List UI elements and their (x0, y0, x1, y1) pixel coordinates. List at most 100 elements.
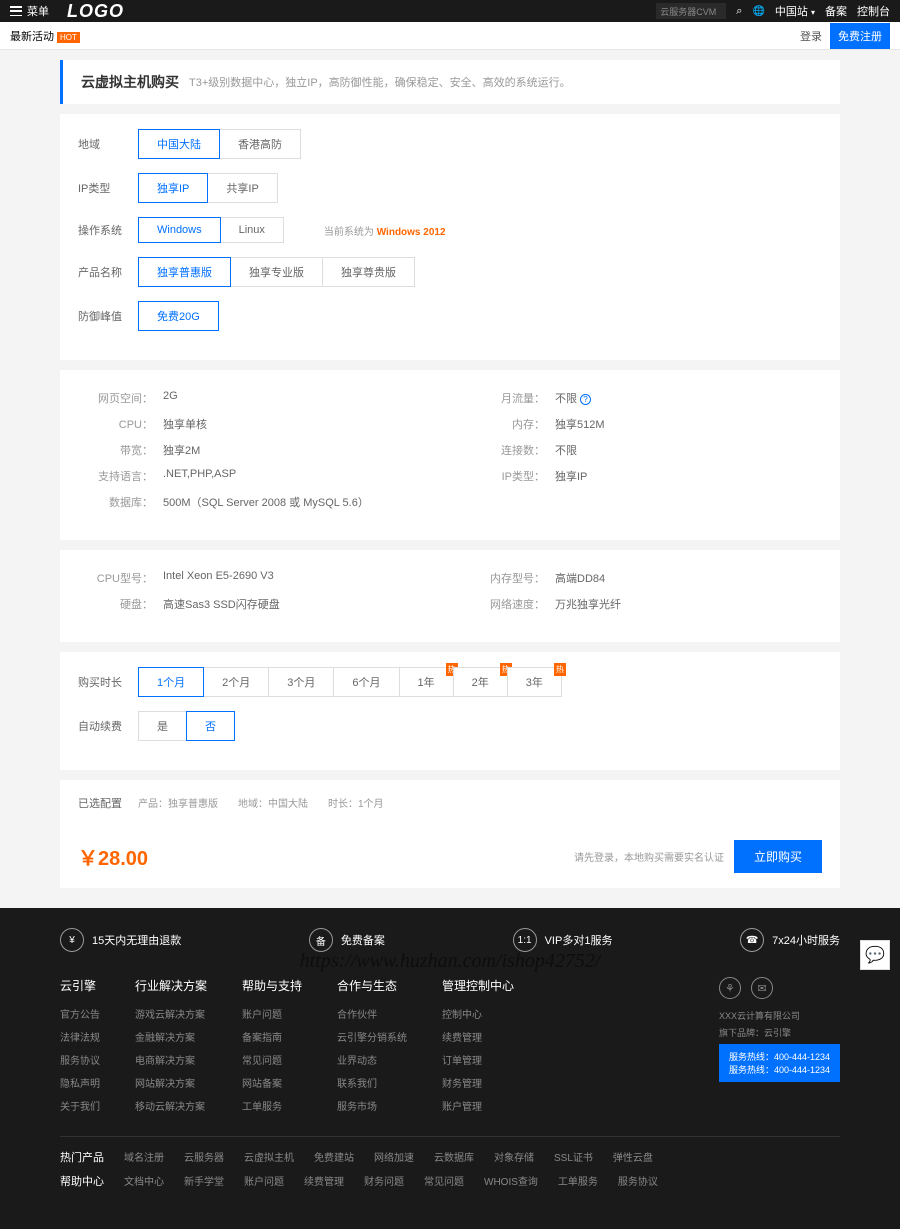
company-name: XXX云计算有限公司 (719, 1009, 840, 1022)
hot-link[interactable]: 云数据库 (434, 1149, 474, 1165)
footer-link[interactable]: 工单服务 (242, 1098, 302, 1113)
footer-link[interactable]: 联系我们 (337, 1075, 407, 1090)
search-icon[interactable]: ⌕ (736, 5, 742, 18)
hot-link[interactable]: WHOIS查询 (484, 1173, 538, 1189)
footer-link[interactable]: 备案指南 (242, 1029, 302, 1044)
footer-link[interactable]: 服务协议 (60, 1052, 100, 1067)
renew-yes[interactable]: 是 (138, 711, 187, 741)
os-note: 当前系统为 Windows 2012 (324, 223, 446, 238)
product-opt-premium[interactable]: 独享尊贵版 (322, 257, 415, 287)
footer-link[interactable]: 游戏云解决方案 (135, 1006, 207, 1021)
footer-link[interactable]: 账户管理 (442, 1098, 514, 1113)
footer-link[interactable]: 常见问题 (242, 1052, 302, 1067)
duration-opt[interactable]: 2年 (453, 667, 508, 697)
hot-link[interactable]: 工单服务 (558, 1173, 598, 1189)
badge-icon: 备 (309, 928, 333, 952)
defense-label: 防御峰值 (78, 308, 138, 324)
duration-opt[interactable]: 6个月 (333, 667, 399, 697)
chevron-down-icon: ▾ (811, 8, 815, 17)
footer-link[interactable]: 业界动态 (337, 1052, 407, 1067)
duration-opt[interactable]: 3年 (507, 667, 562, 697)
os-opt-windows[interactable]: Windows (138, 217, 221, 243)
hot-link[interactable]: 域名注册 (124, 1149, 164, 1165)
search-input[interactable]: 云服务器CVM (656, 3, 726, 19)
hot-link[interactable]: 弹性云盘 (613, 1149, 653, 1165)
footer-link[interactable]: 移动云解决方案 (135, 1098, 207, 1113)
footer-col-title: 管理控制中心 (442, 977, 514, 994)
location-opt-mainland[interactable]: 中国大陆 (138, 129, 220, 159)
hot-link[interactable]: 云虚拟主机 (244, 1149, 294, 1165)
config-summary: 产品：独享普惠版 地域：中国大陆 时长：1个月 (138, 795, 384, 810)
footer-link[interactable]: 网站备案 (242, 1075, 302, 1090)
footer-link[interactable]: 隐私声明 (60, 1075, 100, 1090)
footer-link[interactable]: 电商解决方案 (135, 1052, 207, 1067)
hot-link[interactable]: 对象存储 (494, 1149, 534, 1165)
footer-link[interactable]: 订单管理 (442, 1052, 514, 1067)
footer-link[interactable]: 财务管理 (442, 1075, 514, 1090)
footer-link[interactable]: 续费管理 (442, 1029, 514, 1044)
renew-no[interactable]: 否 (186, 711, 235, 741)
latest-activity-link[interactable]: 最新活动HOT (10, 28, 80, 44)
location-opt-hk[interactable]: 香港高防 (219, 129, 301, 159)
os-opt-linux[interactable]: Linux (220, 217, 284, 243)
login-link[interactable]: 登录 (800, 28, 822, 44)
mail-icon[interactable]: ✉ (751, 977, 773, 999)
footer-col-title: 帮助与支持 (242, 977, 302, 994)
location-label: 地域 (78, 136, 138, 152)
duration-opt[interactable]: 2个月 (203, 667, 269, 697)
menu-button[interactable]: 菜单 (10, 3, 49, 19)
hot-link[interactable]: 网络加速 (374, 1149, 414, 1165)
footer-link[interactable]: 账户问题 (242, 1006, 302, 1021)
purchase-panel: 购买时长 1个月2个月3个月6个月1年2年3年 自动续费 是 否 (60, 652, 840, 770)
hamburger-icon (10, 6, 22, 16)
product-opt-pro[interactable]: 独享专业版 (230, 257, 323, 287)
chat-widget[interactable]: 💬 (860, 940, 890, 970)
duration-opt[interactable]: 3个月 (268, 667, 334, 697)
console-link[interactable]: 控制台 (857, 3, 890, 19)
footer-link[interactable]: 服务市场 (337, 1098, 407, 1113)
specs-panel: 网页空间：2GCPU：独享单核带宽：独享2M支持语言：.NET,PHP,ASP数… (60, 370, 840, 540)
footer-link[interactable]: 合作伙伴 (337, 1006, 407, 1021)
footer-link[interactable]: 关于我们 (60, 1098, 100, 1113)
duration-opt[interactable]: 1个月 (138, 667, 204, 697)
hot-link[interactable]: 续费管理 (304, 1173, 344, 1189)
page-title: 云虚拟主机购买 (81, 72, 179, 92)
product-opt-basic[interactable]: 独享普惠版 (138, 257, 231, 287)
help-icon[interactable]: ? (580, 394, 591, 405)
footer-col: 管理控制中心控制中心续费管理订单管理财务管理账户管理 (442, 977, 514, 1121)
hot-link[interactable]: 文档中心 (124, 1173, 164, 1189)
hot-link[interactable]: 云服务器 (184, 1149, 224, 1165)
defense-opt-free20g[interactable]: 免费20G (138, 301, 219, 331)
weibo-icon[interactable]: ⚘ (719, 977, 741, 999)
ip-opt-shared[interactable]: 共享IP (207, 173, 277, 203)
hot-link[interactable]: 账户问题 (244, 1173, 284, 1189)
footer-link[interactable]: 官方公告 (60, 1006, 100, 1021)
logo[interactable]: LOGO (67, 1, 124, 22)
footer-badge: 备免费备案 (309, 928, 385, 952)
hot-link[interactable]: 服务协议 (618, 1173, 658, 1189)
region-selector[interactable]: 中国站 ▾ (775, 3, 815, 19)
footer-link[interactable]: 法律法规 (60, 1029, 100, 1044)
duration-opt[interactable]: 1年 (399, 667, 454, 697)
footer-link[interactable]: 控制中心 (442, 1006, 514, 1021)
hot-link[interactable]: 财务问题 (364, 1173, 404, 1189)
ip-opt-dedicated[interactable]: 独享IP (138, 173, 208, 203)
beian-link[interactable]: 备案 (825, 3, 847, 19)
hot-link[interactable]: 免费建站 (314, 1149, 354, 1165)
footer-link[interactable]: 金融解决方案 (135, 1029, 207, 1044)
hot-link[interactable]: 常见问题 (424, 1173, 464, 1189)
footer-col: 帮助与支持账户问题备案指南常见问题网站备案工单服务 (242, 977, 302, 1121)
footer-col: 云引擎官方公告法律法规服务协议隐私声明关于我们 (60, 977, 100, 1121)
hot-link[interactable]: SSL证书 (554, 1149, 593, 1165)
footer: ¥15天内无理由退款备免费备案1:1VIP多对1服务☎7x24小时服务 云引擎官… (0, 908, 900, 1229)
hot-link[interactable]: 新手学堂 (184, 1173, 224, 1189)
hw-item: CPU型号：Intel Xeon E5-2690 V3 (78, 570, 430, 586)
hw-item: 网络速度：万兆独享光纤 (470, 596, 822, 612)
footer-col-title: 行业解决方案 (135, 977, 207, 994)
footer-link[interactable]: 网站解决方案 (135, 1075, 207, 1090)
footer-badge: ☎7x24小时服务 (740, 928, 840, 952)
buy-button[interactable]: 立即购买 (734, 840, 822, 873)
footer-link[interactable]: 云引擎分销系统 (337, 1029, 407, 1044)
register-button[interactable]: 免费注册 (830, 23, 890, 49)
spec-item: 内存：独享512M (470, 416, 822, 432)
